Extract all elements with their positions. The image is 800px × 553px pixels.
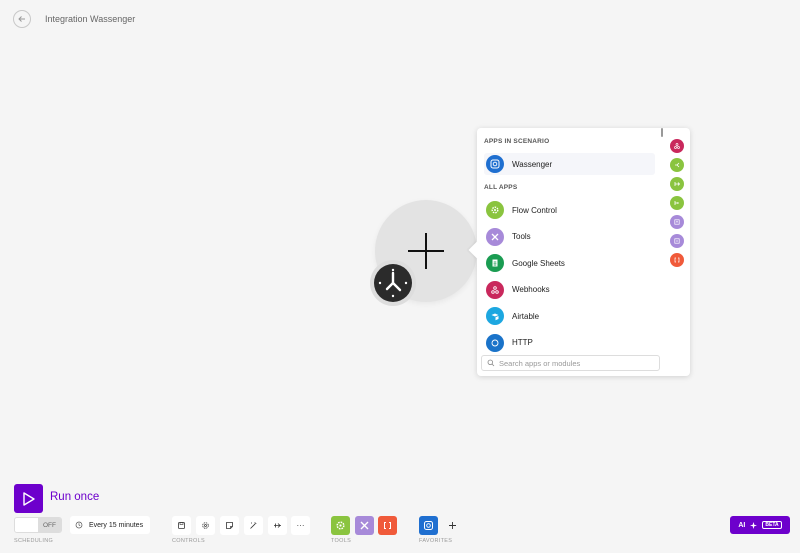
scenario-title[interactable]: Integration Wassenger xyxy=(45,14,135,24)
google-sheets-icon xyxy=(486,254,504,273)
run-once-button[interactable] xyxy=(14,484,43,513)
tools-group-label: TOOLS xyxy=(331,538,352,544)
scheduling-group-label: SCHEDULING xyxy=(14,538,54,544)
ai-assistant-button[interactable]: AI BETA xyxy=(730,516,790,534)
scenario-settings-button[interactable] xyxy=(196,516,215,535)
app-item-label: Wassenger xyxy=(512,159,553,169)
search-icon xyxy=(487,359,495,367)
tools-icon xyxy=(486,227,504,246)
controls-group-label: CONTROLS xyxy=(172,538,205,544)
gear-icon xyxy=(336,521,345,530)
app-item-label: Google Sheets xyxy=(512,258,565,268)
app-item-tools[interactable]: Tools xyxy=(484,224,655,251)
clock-icon xyxy=(75,521,83,529)
text-parser-icon[interactable] xyxy=(670,215,684,229)
brackets-icon xyxy=(384,522,391,529)
favorites-group-label: FAVORITES xyxy=(419,538,453,544)
save-button[interactable] xyxy=(172,516,191,535)
magic-wand-icon xyxy=(250,522,257,529)
header: Integration Wassenger xyxy=(13,10,135,28)
run-once-label[interactable]: Run once xyxy=(50,491,99,503)
app-item-label: Flow Control xyxy=(512,205,557,215)
app-picker-popover: APPS IN SCENARIO Wassenger ALL APPS Flow… xyxy=(477,128,690,376)
json-icon[interactable] xyxy=(670,253,684,267)
wassenger-icon xyxy=(424,521,433,530)
search-apps-field[interactable] xyxy=(481,355,660,371)
app-item-label: HTTP xyxy=(512,338,533,348)
router-icon[interactable] xyxy=(670,158,684,172)
schedule-interval-label: Every 15 minutes xyxy=(89,521,144,529)
airtable-icon xyxy=(486,307,504,326)
more-icon: ··· xyxy=(296,521,305,530)
iterator-icon[interactable] xyxy=(670,177,684,191)
note-icon xyxy=(226,522,233,529)
save-icon xyxy=(178,522,185,529)
notes-button[interactable] xyxy=(220,516,239,535)
app-item-wassenger[interactable]: Wassenger xyxy=(484,153,655,175)
webhooks-icon xyxy=(486,280,504,299)
toggle-knob xyxy=(15,518,38,532)
gear-icon xyxy=(486,201,504,220)
text-json-tool-button[interactable] xyxy=(378,516,397,535)
app-item-webhooks[interactable]: Webhooks xyxy=(484,277,655,304)
play-icon xyxy=(22,491,35,506)
wassenger-icon xyxy=(486,155,504,173)
beta-badge: BETA xyxy=(762,521,782,529)
schedule-settings-button[interactable]: Every 15 minutes xyxy=(70,516,150,534)
search-apps-input[interactable] xyxy=(499,358,649,368)
plus-icon xyxy=(449,522,456,529)
category-rail xyxy=(670,139,684,267)
tools-tool-button[interactable] xyxy=(355,516,374,535)
set-variable-icon[interactable] xyxy=(670,234,684,248)
app-item-flow-control[interactable]: Flow Control xyxy=(484,197,655,224)
app-item-http[interactable]: HTTP xyxy=(484,330,655,355)
auto-align-button[interactable] xyxy=(244,516,263,535)
all-apps-label: ALL APPS xyxy=(484,184,518,191)
app-item-label: Tools xyxy=(512,232,531,242)
app-item-label: Webhooks xyxy=(512,285,550,295)
back-button[interactable] xyxy=(13,10,31,28)
flow-control-tool-button[interactable] xyxy=(331,516,350,535)
arrow-left-icon xyxy=(18,16,25,22)
clock-icon xyxy=(374,264,412,302)
app-list[interactable]: APPS IN SCENARIO Wassenger ALL APPS Flow… xyxy=(477,128,663,354)
plane-icon xyxy=(274,523,281,528)
app-item-airtable[interactable]: Airtable xyxy=(484,303,655,330)
tools-icon xyxy=(360,521,369,530)
app-item-label: Airtable xyxy=(512,311,540,321)
favorite-wassenger-button[interactable] xyxy=(419,516,438,535)
gear-icon xyxy=(202,522,209,529)
aggregator-icon[interactable] xyxy=(670,196,684,210)
schedule-clock-button[interactable] xyxy=(370,260,416,306)
app-list-scrollbar[interactable] xyxy=(661,128,663,137)
scheduling-toggle[interactable]: OFF xyxy=(14,517,62,533)
apps-in-scenario-label: APPS IN SCENARIO xyxy=(484,138,550,145)
toggle-state-label: OFF xyxy=(38,518,61,532)
add-favorite-button[interactable] xyxy=(443,516,462,535)
explain-flow-button[interactable] xyxy=(268,516,287,535)
http-icon xyxy=(486,333,504,352)
plus-icon xyxy=(408,233,444,269)
ai-label: AI xyxy=(738,521,746,529)
app-item-google-sheets[interactable]: Google Sheets xyxy=(484,250,655,277)
webhooks-category-icon[interactable] xyxy=(670,139,684,153)
sparkle-icon xyxy=(750,521,758,529)
more-options-button[interactable]: ··· xyxy=(291,516,310,535)
